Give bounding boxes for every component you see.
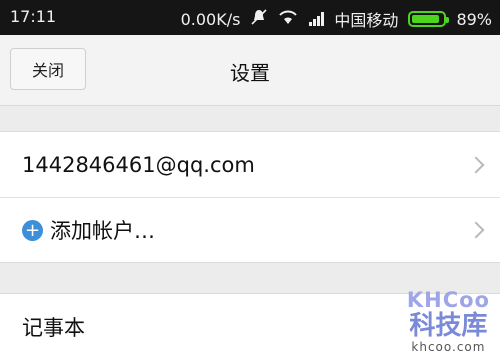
- status-time: 17:11: [10, 7, 57, 26]
- watermark-logo: KHCoo: [406, 288, 490, 312]
- carrier-name: 中国移动: [334, 11, 399, 30]
- network-speed: 0.00K/s: [180, 9, 241, 29]
- account-email: 1442846461@qq.com: [22, 152, 255, 177]
- add-account-label: 添加帐户…: [50, 219, 155, 243]
- battery-fill: [412, 15, 440, 23]
- status-indicators: 0.00K/s 中国移动 89%: [171, 7, 492, 31]
- account-row[interactable]: 1442846461@qq.com: [0, 132, 500, 197]
- status-bar: 17:11 0.00K/s 中国移动 89%: [0, 0, 500, 35]
- notes-label: 记事本: [22, 315, 85, 340]
- watermark-url: khcoo.com: [411, 340, 486, 354]
- wifi-icon: [278, 9, 298, 29]
- battery-icon: [408, 11, 450, 27]
- accounts-group: 1442846461@qq.com + 添加帐户…: [0, 131, 500, 263]
- chevron-right-icon: [467, 221, 485, 239]
- page-title: 设置: [230, 61, 270, 85]
- add-account-row[interactable]: + 添加帐户…: [0, 197, 500, 262]
- watermark-site-name: 科技库: [409, 311, 488, 341]
- mute-icon: [250, 8, 268, 30]
- title-bar: 关闭 设置: [0, 35, 500, 106]
- signal-icon: [308, 12, 325, 26]
- watermark: KHCoo 科技库 khcoo.com: [407, 288, 490, 354]
- chevron-right-icon: [467, 156, 485, 173]
- battery-percent: 89%: [456, 9, 492, 29]
- plus-icon: +: [22, 219, 43, 241]
